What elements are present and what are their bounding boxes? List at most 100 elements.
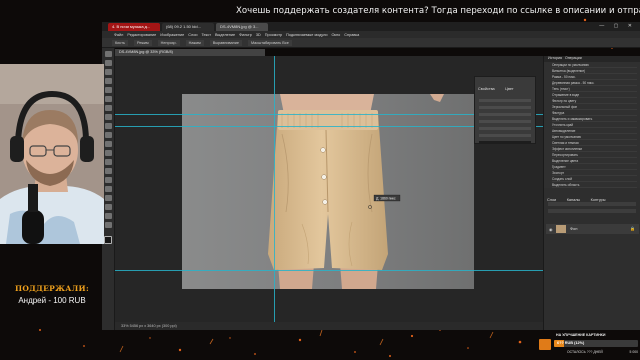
menu-view[interactable]: Просмотр [265,33,282,37]
menu-edit[interactable]: Редактирование [127,33,156,37]
list-item[interactable]: Фильтр по цвету [552,99,637,104]
tab-properties[interactable]: Свойства [475,86,498,92]
list-item[interactable]: Уточнить край [552,123,637,128]
document-tab[interactable]: DS-4VM8N.jpg @ 33% (RGB/8) [115,49,265,56]
browser-tab[interactable]: DS-4VM8N.jpg @ 3... [216,22,268,31]
dodge-tool-icon[interactable] [104,168,112,174]
list-item[interactable]: Градиент [552,165,637,170]
property-row[interactable] [479,113,531,116]
option-mode[interactable]: Режим [133,39,152,46]
menu-select[interactable]: Выделение [215,33,235,37]
goal-amount: 6?? RUB (12%) [557,341,585,345]
list-item[interactable]: Экспорт [552,171,637,176]
list-item[interactable]: Автовыделение [552,129,637,134]
blend-mode-select[interactable] [548,209,636,213]
tab-color[interactable]: Цвет [502,86,517,92]
option-scale-all[interactable]: Масштабировать Все [247,39,292,46]
stamp-tool-icon[interactable] [104,123,112,129]
list-item[interactable]: Отражение в воде [552,93,637,98]
list-item[interactable]: Выделение цвета [552,159,637,164]
crop-tool-icon[interactable] [104,87,112,93]
history-list: Операции по умолчанию Виньетка (выделени… [544,63,640,194]
menu-help[interactable]: Справка [344,33,359,37]
menu-3d[interactable]: 3D [256,33,261,37]
goal-icon [539,339,551,350]
document-image[interactable]: Д: 1860 пикс [182,94,474,289]
list-item[interactable]: Цвет по умолчанию [552,135,637,140]
menu-image[interactable]: Изображение [160,33,184,37]
list-item[interactable]: Зеркальный фон [552,105,637,110]
property-row[interactable] [479,141,531,144]
donation-title: ПОДДЕРЖАЛИ: [14,284,90,293]
list-item[interactable]: Деревянная рамка - 50 пикс. [552,81,637,86]
menu-plugins[interactable]: Подключаемые модули [286,33,327,37]
option-brush[interactable]: Кисть [112,39,128,46]
list-item[interactable]: Фактура [552,111,637,116]
type-tool-icon[interactable] [104,186,112,192]
status-bar: 33% 5456 px x 3640 px (300 ppi) [115,322,543,330]
brush-tool-icon[interactable] [104,114,112,120]
menu-file[interactable]: Файл [114,33,123,37]
property-row[interactable] [479,134,531,137]
streamer-video [0,64,104,244]
path-select-tool-icon[interactable] [104,195,112,201]
shorts-photo: Д: 1860 пикс [182,94,474,289]
healing-tool-icon[interactable] [104,105,112,111]
goal-title: НА УЛУЧШЕНИЕ КАРТИНКИ [556,333,606,337]
layer-thumbnail [556,225,566,233]
property-row[interactable] [479,106,531,109]
quick-select-tool-icon[interactable] [104,78,112,84]
menu-window[interactable]: Окно [331,33,340,37]
menu-filter[interactable]: Фильтр [239,33,252,37]
gradient-tool-icon[interactable] [104,150,112,156]
guide-line[interactable] [274,56,275,322]
pen-tool-icon[interactable] [104,177,112,183]
list-item[interactable]: Эффект кинопленки [552,147,637,152]
list-item[interactable]: Виньетка (выделение) [552,69,637,74]
layers-panel: Слои Каналы Контуры ◉ Фон 🔒 [543,188,640,330]
lock-icon: 🔒 [630,226,635,231]
list-item[interactable]: Операции по умолчанию [552,63,637,68]
list-item[interactable]: Светлая и темная [552,141,637,146]
list-item[interactable]: Тень (текст) [552,87,637,92]
marquee-tool-icon[interactable] [104,60,112,66]
tool-options-bar: Кисть Режим Непрозр. Нажим Выравнивание … [102,38,640,48]
eraser-tool-icon[interactable] [104,141,112,147]
list-item[interactable]: Выделить и замаскировать [552,117,637,122]
layer-row[interactable]: ◉ Фон 🔒 [546,224,639,234]
browser-tab[interactable]: 4. В ночи музыка д... [108,22,160,31]
property-row[interactable] [479,120,531,123]
move-tool-icon[interactable] [104,51,112,57]
blur-tool-icon[interactable] [104,159,112,165]
hand-tool-icon[interactable] [104,213,112,219]
list-item[interactable]: Создать слой [552,177,637,182]
menu-layers[interactable]: Слои [188,33,197,37]
menu-text[interactable]: Текст [201,33,211,37]
property-row[interactable] [479,127,531,130]
option-pressure[interactable]: Нажим [185,39,204,46]
property-row[interactable] [479,99,531,102]
foreground-color-icon[interactable] [104,236,112,244]
browser-tab-strip: 4. В ночи музыка д... (68) 09.2 1.50 Idd… [102,22,640,31]
option-align[interactable]: Выравнивание [209,39,242,46]
eye-icon[interactable]: ◉ [549,227,553,232]
guide-line[interactable] [115,270,543,271]
stream-frame: Хочешь поддержать создателя контента? То… [0,0,640,360]
browser-tab[interactable]: (68) 09.2 1.50 Idd... [162,22,214,31]
tab-history[interactable]: История [548,56,562,60]
list-item[interactable]: Рамка - 50 пикс. [552,75,637,80]
list-item[interactable]: Пересортировать [552,153,637,158]
history-brush-tool-icon[interactable] [104,132,112,138]
eyedropper-tool-icon[interactable] [104,96,112,102]
shape-tool-icon[interactable] [104,204,112,210]
window-controls[interactable]: — ▢ ✕ [599,23,636,29]
tab-actions[interactable]: Операции [565,56,582,60]
history-panel: История Операции Операции по умолчанию В… [543,56,640,194]
zoom-tool-icon[interactable] [104,222,112,228]
lasso-tool-icon[interactable] [104,69,112,75]
properties-panel: Свойства Цвет [474,76,536,144]
history-tabs: История Операции [544,56,640,62]
layer-filter-bar[interactable] [548,202,636,206]
photoshop-menubar: Файл Редактирование Изображение Слои Тек… [102,31,640,38]
option-opacity[interactable]: Непрозр. [157,39,180,46]
